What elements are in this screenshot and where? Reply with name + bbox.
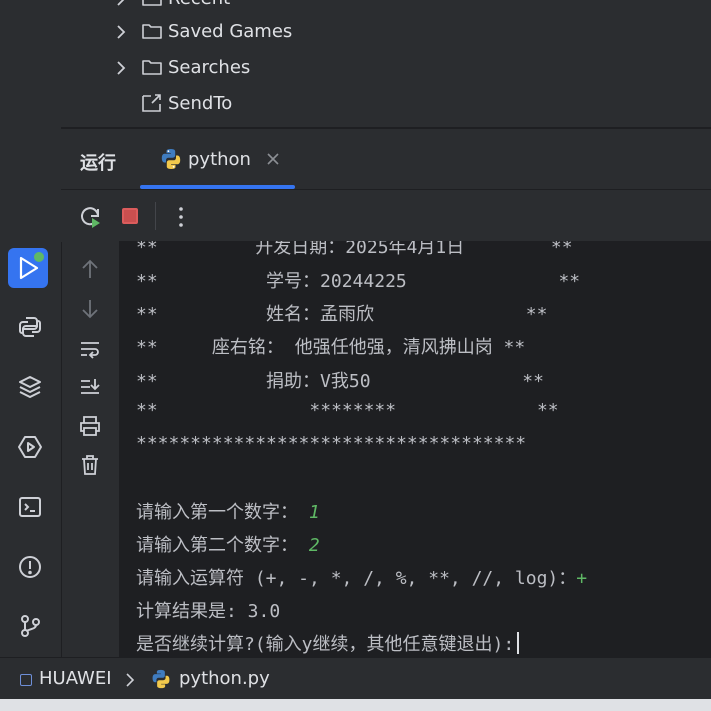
taskbar-edge <box>0 699 711 711</box>
tree-item-recent[interactable]: Recent <box>61 0 711 14</box>
more-options-icon[interactable] <box>171 205 191 229</box>
text-cursor <box>517 632 520 654</box>
console-prompt: 请输入第一个数字： <box>136 502 298 523</box>
console-line: ** 姓名：孟雨欣 ** <box>136 304 548 325</box>
tab-python[interactable]: python <box>140 129 295 189</box>
print-icon[interactable] <box>78 414 102 438</box>
console-line: ** 开发日期：2025年4月1日 ** <box>136 241 573 258</box>
folder-icon <box>142 0 162 6</box>
tool-window-title: 运行 <box>80 153 116 174</box>
chevron-right-icon[interactable] <box>111 58 131 78</box>
arrow-down-icon[interactable] <box>78 297 102 321</box>
folder-icon <box>142 24 162 39</box>
python-file-icon <box>152 669 170 689</box>
console-prompt-line[interactable]: 是否继续计算?(输入y继续，其他任意键退出): <box>136 630 520 656</box>
terminal-icon[interactable] <box>13 490 47 524</box>
module-icon <box>20 674 32 686</box>
console-line: ************************************ <box>136 433 527 454</box>
console-prompt-line: 请输入第一个数字： 1 <box>136 498 320 524</box>
console-gutter <box>62 241 119 657</box>
folder-icon <box>142 60 162 75</box>
console-output[interactable]: ** 开发日期：2025年4月1日 ** ** 学号：20244225 ** *… <box>119 241 711 657</box>
console-prompt-line: 请输入运算符 (+, -, *, /, %, **, //, log)：+ <box>136 564 587 590</box>
python-logo-icon <box>161 149 181 169</box>
console-line: 计算结果是: 3.0 <box>136 601 281 622</box>
layers-icon[interactable] <box>13 370 47 404</box>
toolbar-divider <box>155 202 156 230</box>
breadcrumb-project[interactable]: HUAWEI <box>39 668 112 689</box>
shortcut-folder-icon <box>142 94 161 112</box>
tree-item-searches[interactable]: Searches <box>61 53 711 83</box>
close-icon[interactable] <box>267 153 279 165</box>
console-line: ** 学号：20244225 ** <box>136 271 581 292</box>
run-tool-icon[interactable] <box>8 248 48 288</box>
git-icon[interactable] <box>13 609 47 643</box>
project-tree: Recent Saved Games Searches SendTo <box>61 0 711 127</box>
chevron-right-icon[interactable] <box>111 0 131 9</box>
tree-item-label: Saved Games <box>168 21 293 42</box>
tree-item-label: SendTo <box>168 93 233 114</box>
console-prompt: 请输入运算符 (+, -, *, /, %, **, //, log)： <box>136 568 577 589</box>
tree-item-label: Recent <box>168 0 230 9</box>
stop-icon[interactable] <box>122 208 138 224</box>
console-prompt: 是否继续计算?(输入y继续，其他任意键退出): <box>136 634 515 655</box>
user-input-value: 2 <box>308 535 320 556</box>
user-input-value: 1 <box>308 502 320 523</box>
chevron-right-icon <box>126 673 135 687</box>
breadcrumb-file[interactable]: python.py <box>179 668 270 689</box>
user-input-value: + <box>576 568 588 589</box>
console-line: ** 捐助：V我50 ** <box>136 371 544 392</box>
python-console-icon[interactable] <box>13 310 47 344</box>
left-tool-strip <box>0 0 62 657</box>
console-line: ** 座右铭： 他强任他强，清风拂山岗 ** <box>136 337 526 358</box>
tree-item-sendto[interactable]: SendTo <box>61 89 711 119</box>
services-icon[interactable] <box>13 430 47 464</box>
trash-icon[interactable] <box>78 453 102 477</box>
tree-item-label: Searches <box>168 57 251 78</box>
run-tool-window-header: 运行 python <box>61 128 711 189</box>
soft-wrap-icon[interactable] <box>78 337 102 361</box>
scroll-to-end-icon[interactable] <box>78 375 102 399</box>
console-prompt: 请输入第二个数字： <box>136 535 298 556</box>
run-toolbar <box>61 189 711 242</box>
tree-item-saved-games[interactable]: Saved Games <box>61 17 711 47</box>
console-line: ** ******** ** <box>136 400 559 421</box>
arrow-up-icon[interactable] <box>78 257 102 281</box>
rerun-icon[interactable] <box>79 205 103 229</box>
tab-label: python <box>188 149 251 170</box>
console-prompt-line: 请输入第二个数字： 2 <box>136 531 320 557</box>
status-bar: HUAWEI python.py <box>0 657 711 700</box>
chevron-right-icon[interactable] <box>111 22 131 42</box>
problems-icon[interactable] <box>13 550 47 584</box>
